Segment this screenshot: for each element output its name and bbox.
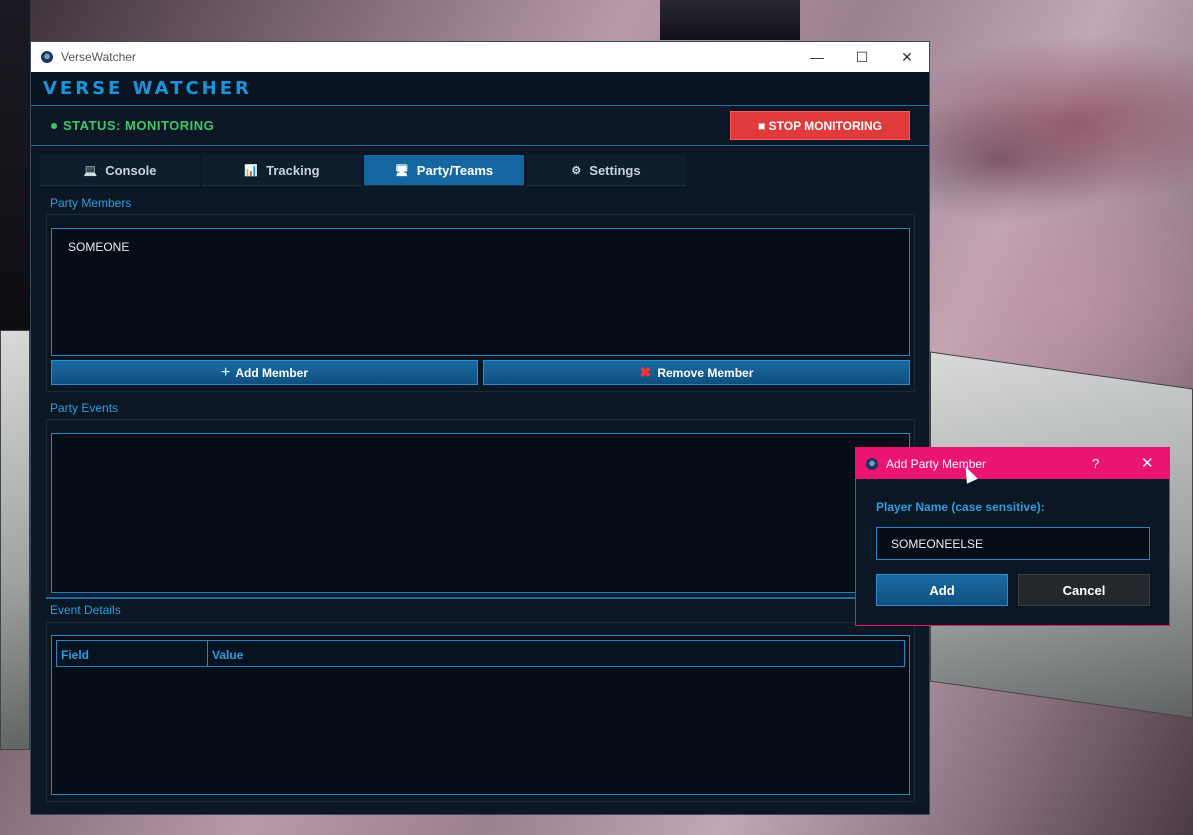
party-events-list[interactable] xyxy=(51,433,910,593)
stop-monitoring-button[interactable]: ■ STOP MONITORING xyxy=(730,111,910,140)
chart-icon: 📊 xyxy=(244,164,259,177)
event-details-label: Event Details xyxy=(50,603,121,617)
player-name-input[interactable]: SOMEONEELSE xyxy=(876,527,1150,560)
background-ship-left xyxy=(0,330,30,750)
player-name-label: Player Name (case sensitive): xyxy=(876,500,1045,514)
splitter[interactable] xyxy=(46,597,915,599)
plus-icon: + xyxy=(220,363,231,381)
close-button[interactable]: ✕ xyxy=(884,42,930,72)
window-title: VerseWatcher xyxy=(61,50,136,64)
app-name: VERSE WATCHER xyxy=(43,78,252,99)
column-header-value[interactable]: Value xyxy=(207,641,904,666)
list-item[interactable]: SOMEONE xyxy=(68,240,129,254)
tab-tracking[interactable]: 📊 Tracking xyxy=(202,155,362,186)
remove-member-label: Remove Member xyxy=(657,365,754,380)
add-party-member-dialog: Add Party Member ? ✕ Player Name (case s… xyxy=(855,447,1170,626)
tab-console[interactable]: 💻 Console xyxy=(40,155,200,186)
laptop-icon: 💻 xyxy=(83,164,98,177)
background-space-left xyxy=(0,0,30,330)
dialog-add-button[interactable]: Add xyxy=(876,574,1008,606)
tab-label: Party/Teams xyxy=(416,162,494,178)
column-header-field[interactable]: Field xyxy=(57,641,207,666)
event-details-table[interactable]: Field Value xyxy=(51,635,910,795)
add-member-button[interactable]: + Add Member xyxy=(51,360,478,385)
status-dot-icon xyxy=(51,122,57,129)
tab-label: Settings xyxy=(589,162,641,178)
background-ship-top xyxy=(660,0,800,40)
table-header: Field Value xyxy=(56,640,905,667)
app-logo-icon xyxy=(41,51,53,63)
dialog-cancel-button[interactable]: Cancel xyxy=(1018,574,1150,606)
tab-party-teams[interactable]: 🖥 Party/Teams xyxy=(364,155,524,186)
tab-label: Console xyxy=(105,162,157,178)
status-bar: STATUS: MONITORING ■ STOP MONITORING xyxy=(31,106,929,146)
status-text: STATUS: MONITORING xyxy=(63,118,215,133)
party-members-label: Party Members xyxy=(50,196,132,210)
party-events-label: Party Events xyxy=(50,401,119,415)
maximize-button[interactable]: ☐ xyxy=(839,42,885,72)
dialog-close-button[interactable]: ✕ xyxy=(1141,454,1154,472)
help-button[interactable]: ? xyxy=(1092,456,1099,471)
remove-member-button[interactable]: ✖ Remove Member xyxy=(483,360,910,385)
remove-icon: ✖ xyxy=(639,364,652,380)
app-logo-icon xyxy=(866,457,878,470)
dialog-titlebar[interactable]: Add Party Member ? ✕ xyxy=(856,448,1169,479)
main-window: VerseWatcher — ☐ ✕ VERSE WATCHER STATUS:… xyxy=(30,41,930,815)
computer-icon: 🖥 xyxy=(394,164,409,177)
gear-icon: ⚙ xyxy=(571,164,582,177)
tab-bar: 💻 Console 📊 Tracking 🖥 Party/Teams ⚙ Set… xyxy=(40,155,688,186)
window-titlebar[interactable]: VerseWatcher — ☐ ✕ xyxy=(31,42,929,72)
add-member-label: Add Member xyxy=(235,365,309,380)
party-members-list[interactable]: SOMEONE xyxy=(51,228,910,356)
tab-settings[interactable]: ⚙ Settings xyxy=(526,155,686,186)
tab-label: Tracking xyxy=(266,162,320,178)
app-header: VERSE WATCHER xyxy=(31,72,929,106)
minimize-button[interactable]: — xyxy=(794,42,840,72)
